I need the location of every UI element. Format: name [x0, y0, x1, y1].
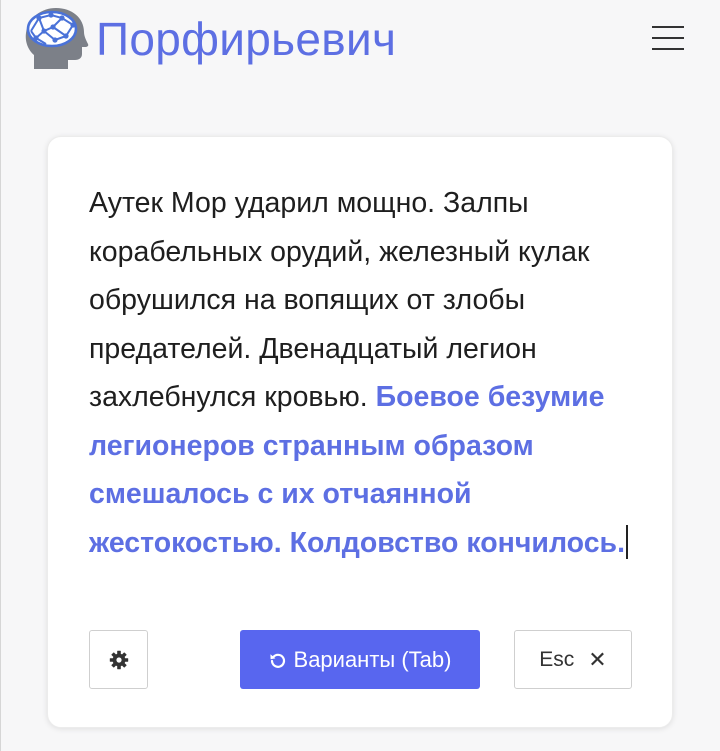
user-text: Аутек Мор ударил мощно. Залпы корабельны…: [89, 187, 590, 413]
gear-icon: [109, 650, 128, 669]
brand-name: Порфирьевич: [96, 13, 397, 65]
hamburger-line: [652, 26, 684, 28]
escape-button[interactable]: Esc ✕: [514, 630, 632, 689]
reload-icon: [269, 651, 287, 669]
variants-button-label: Варианты (Tab): [293, 646, 452, 672]
brain-head-logo-icon: [25, 8, 89, 69]
text-caret: [626, 524, 628, 559]
text-editor[interactable]: Аутек Мор ударил мощно. Залпы корабельны…: [89, 179, 649, 567]
settings-button[interactable]: [89, 630, 148, 689]
close-icon: ✕: [588, 646, 607, 672]
editor-card: Аутек Мор ударил мощно. Залпы корабельны…: [47, 136, 673, 728]
brand-logo-link[interactable]: Порфирьевич: [22, 5, 396, 75]
variants-button[interactable]: Варианты (Tab): [240, 630, 480, 689]
esc-button-label: Esc: [539, 647, 575, 671]
hamburger-menu-button[interactable]: [652, 26, 686, 54]
page-border: [0, 0, 1, 751]
top-navbar: Порфирьевич: [0, 0, 720, 80]
hamburger-line: [652, 37, 684, 39]
hamburger-line: [652, 48, 684, 50]
